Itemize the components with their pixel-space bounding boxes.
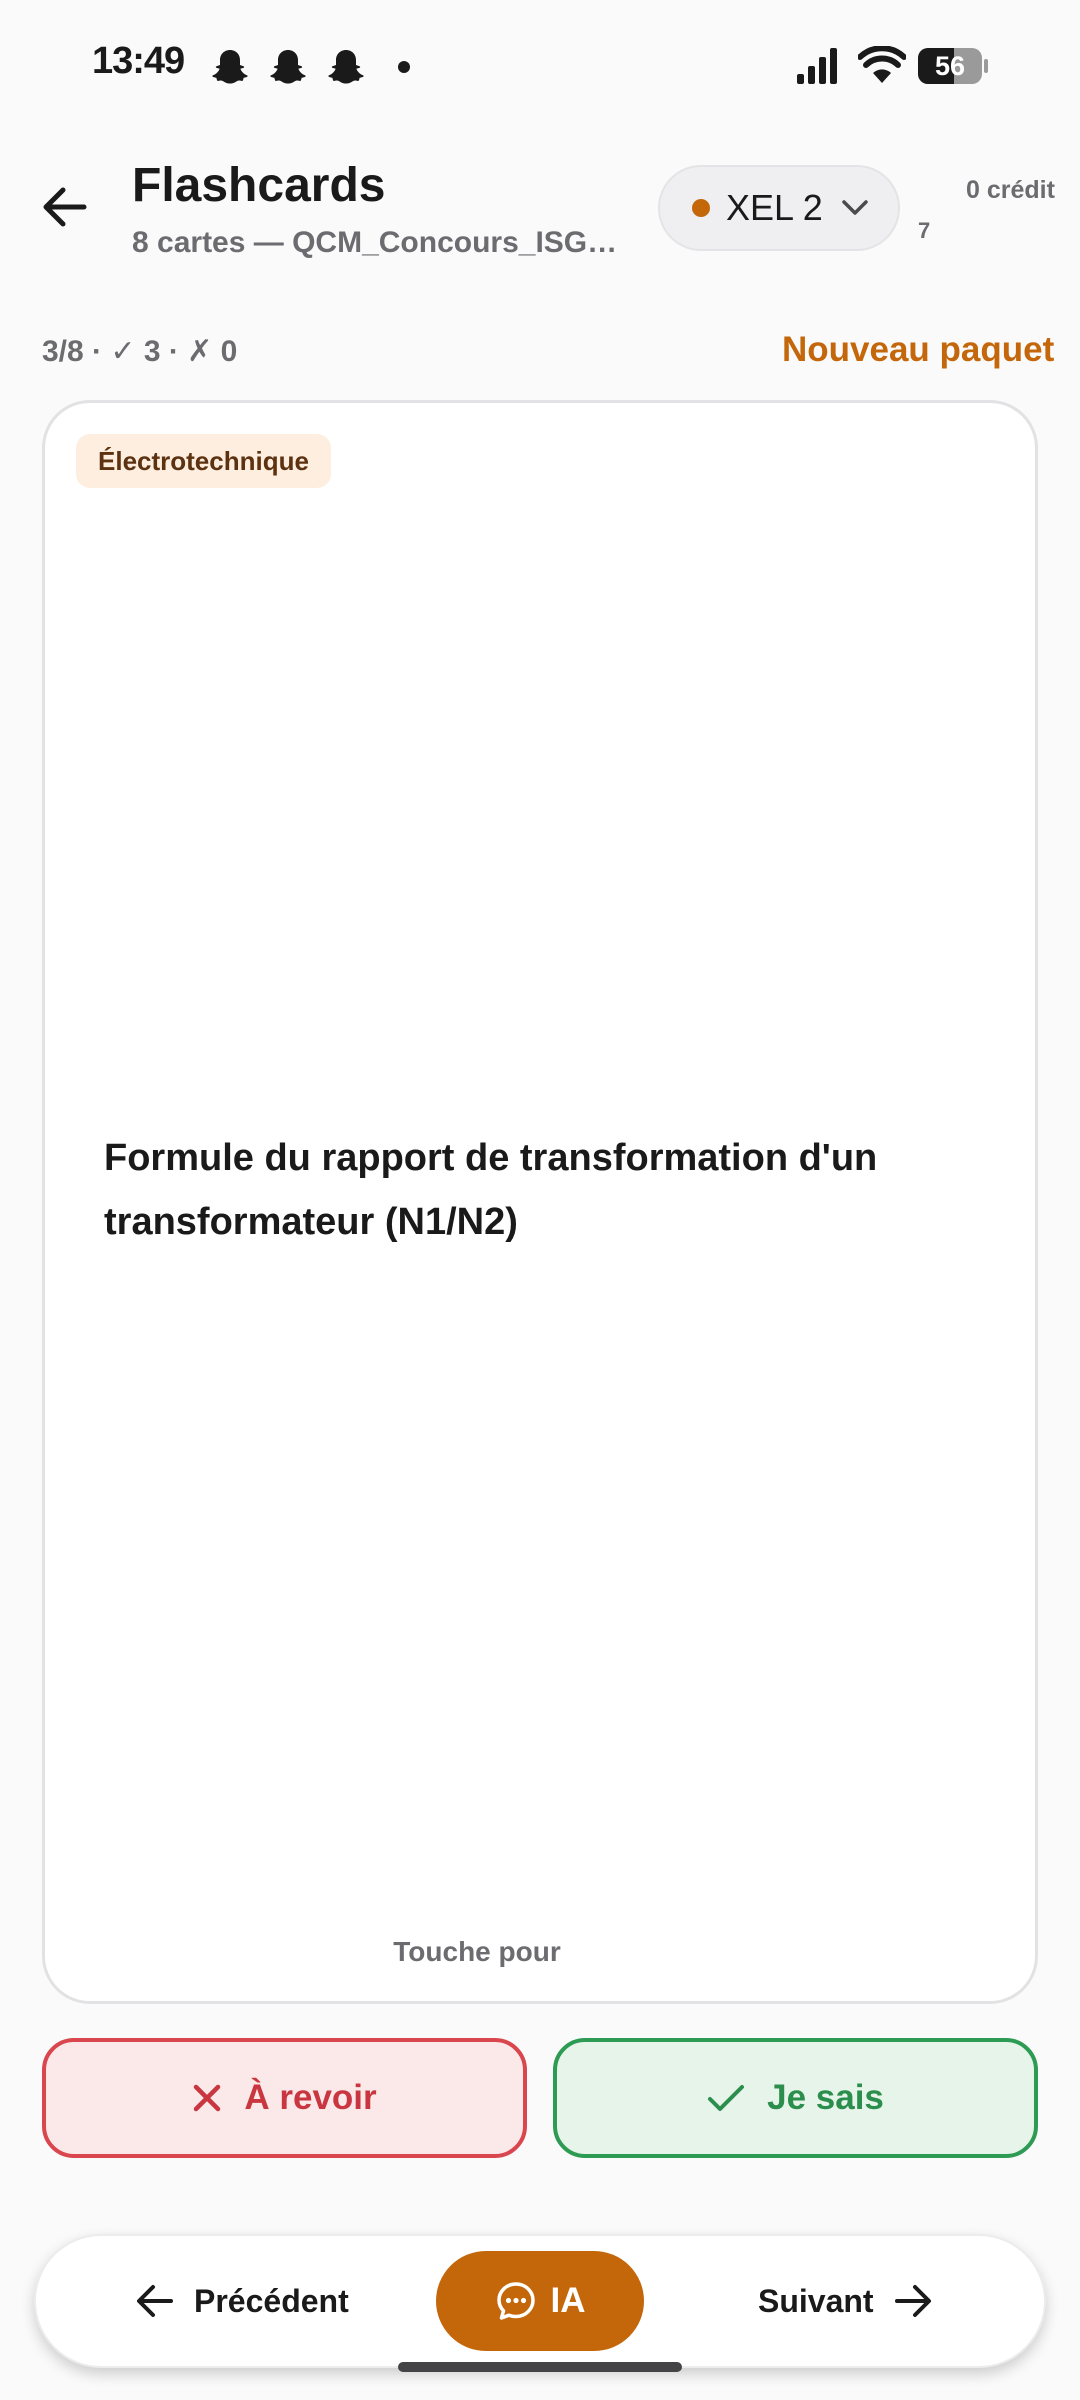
credit-label: 0 crédit <box>966 176 1055 204</box>
close-icon <box>194 2084 221 2112</box>
progress-stats: 3/8 · ✓ 3 · ✗ 0 <box>42 335 238 368</box>
ia-label: IA <box>550 2281 586 2320</box>
battery-icon: 56 <box>918 48 988 84</box>
tap-hint: Touche pour <box>393 1936 561 1967</box>
snapchat-icon <box>212 50 248 84</box>
snapchat-icon <box>270 50 306 84</box>
ia-chat-button[interactable]: IA <box>436 2251 644 2351</box>
snapchat-icon <box>328 50 364 84</box>
notification-dot <box>398 61 410 73</box>
model-label: XEL 2 <box>726 187 823 228</box>
model-status-dot <box>692 199 710 217</box>
model-selector[interactable]: XEL 2 <box>658 165 900 251</box>
page-subtitle: 8 cartes — QCM_Concours_ISGE-... <box>132 226 632 259</box>
arrow-left-icon <box>43 187 87 227</box>
know-button[interactable]: Je sais <box>553 2038 1038 2158</box>
back-button[interactable] <box>30 172 100 242</box>
wifi-icon <box>858 46 906 83</box>
arrow-left-icon <box>137 2285 173 2317</box>
signal-icon <box>797 48 837 84</box>
category-tag: Électrotechnique <box>76 434 331 488</box>
credit-sub: 7 <box>918 218 931 243</box>
arrow-right-icon <box>894 2285 931 2317</box>
new-pack-button[interactable]: Nouveau paquet <box>782 330 1054 370</box>
next-button[interactable]: Suivant <box>758 2268 932 2334</box>
battery-level: 56 <box>934 51 966 81</box>
home-indicator[interactable] <box>398 2362 682 2372</box>
next-label: Suivant <box>758 2282 874 2319</box>
flashcard-question: Formule du rapport de transformation d'u… <box>104 1137 878 1243</box>
chat-bubble-icon <box>496 2282 535 2320</box>
previous-button[interactable]: Précédent <box>136 2268 349 2334</box>
review-button-label: À revoir <box>244 2078 377 2117</box>
status-time: 13:49 <box>92 40 185 82</box>
check-icon <box>708 2085 745 2111</box>
chevron-down-icon <box>841 200 868 215</box>
page-title: Flashcards <box>132 159 386 212</box>
know-button-label: Je sais <box>767 2078 884 2117</box>
previous-label: Précédent <box>194 2282 349 2319</box>
review-button[interactable]: À revoir <box>42 2038 527 2158</box>
